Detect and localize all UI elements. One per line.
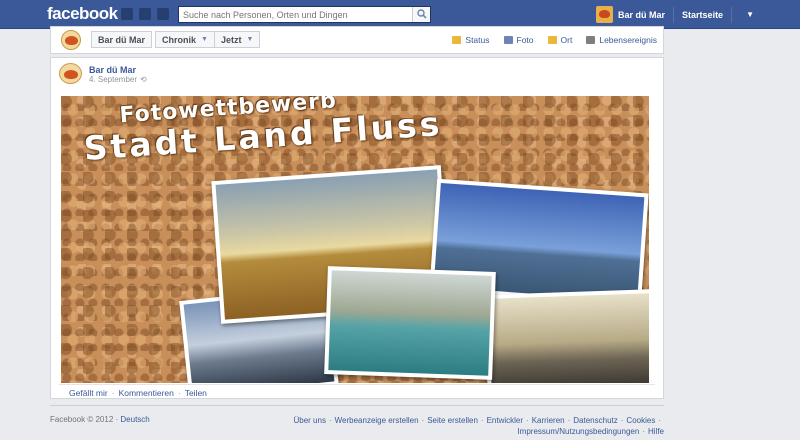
footer-link-about[interactable]: Über uns [293,416,325,425]
search-icon [417,9,427,19]
avatar[interactable] [596,6,614,23]
facebook-logo[interactable]: facebook [47,4,118,24]
post-author-name[interactable]: Bar dü Mar [89,65,136,75]
footer-link-privacy[interactable]: Datenschutz [573,416,617,425]
footer-link-developers[interactable]: Entwickler [487,416,523,425]
timeline-nav-buttons: Bar dü Mar Chronik ▼ Jetzt ▼ [91,31,261,48]
like-link[interactable]: Gefällt mir [69,388,108,398]
place-icon [547,36,557,44]
photo-title: Fotowettbewerb Stadt Land Fluss [81,96,443,168]
chevron-down-icon: ▼ [201,36,208,43]
footer-link-create-page[interactable]: Seite erstellen [427,416,478,425]
composer-actions: Status Foto Ort Lebensereignis [438,27,657,53]
chevron-down-icon: ▼ [246,36,254,43]
comment-link[interactable]: Kommentieren [119,388,174,398]
notifications-icon[interactable] [157,8,169,20]
separator-dot: · [111,388,115,398]
footer-copyright: Facebook © 2012 · Deutsch [50,415,150,424]
search-box [178,6,431,23]
search-input[interactable] [179,7,409,22]
composer-life-event-label: Lebensereignis [599,35,657,45]
composer-photo-label: Foto [516,35,534,45]
harbor-photo [324,266,496,380]
page-name-button[interactable]: Bar dü Mar [91,31,153,48]
home-link[interactable]: Startseite [682,10,723,20]
chronik-label: Chronik [162,34,197,45]
composer-place-label: Ort [560,35,573,45]
footer-link-cookies[interactable]: Cookies [626,416,655,425]
composer-status-label: Status [465,35,490,45]
search-button[interactable] [412,7,430,22]
jetzt-label: Jetzt [220,34,242,45]
post-author-avatar[interactable] [59,63,82,84]
photo-icon [503,36,513,44]
timeline-post: Bar dü Mar 4. September ⟲ Fotowettbewerb … [50,57,664,399]
timeline-header-bar: Bar dü Mar Chronik ▼ Jetzt ▼ Status Foto O… [50,26,664,54]
globe-icon: ⟲ [140,75,147,84]
city-photo [484,289,649,383]
share-link[interactable]: Teilen [185,388,207,398]
chronik-dropdown[interactable]: Chronik ▼ [155,31,215,48]
profile-link[interactable]: Bar dü Mar [618,10,665,20]
messages-icon[interactable] [139,8,151,20]
friend-requests-icon[interactable] [121,8,133,20]
separator-dot: · [177,388,181,398]
post-photo[interactable]: Fotowettbewerb Stadt Land Fluss [61,96,649,383]
footer-link-help[interactable]: Hilfe [648,427,664,436]
top-navigation-bar: facebook Bar dü Mar Startseite ▼ [0,0,800,29]
composer-status[interactable]: Status [452,35,490,45]
footer-links: Über uns · Werbeanzeige erstellen · Seite er… [293,416,664,436]
post-date-text[interactable]: 4. September [89,75,137,84]
composer-photo[interactable]: Foto [503,35,534,45]
footer-link-create-ad[interactable]: Werbeanzeige erstellen [335,416,419,425]
life-event-icon [586,36,596,44]
composer-life-event[interactable]: Lebensereignis [586,35,657,45]
post-actions-bar: Gefällt mir · Kommentieren · Teilen [59,384,655,398]
copyright-text: Facebook © 2012 · [50,415,121,424]
post-timestamp: 4. September ⟲ [89,75,147,84]
composer-place[interactable]: Ort [547,35,573,45]
footer-link-terms[interactable]: Impressum/Nutzungsbedingungen [517,427,639,436]
account-nav: Bar dü Mar Startseite ▼ [596,0,754,29]
nav-divider [673,6,675,23]
page-name-label: Bar dü Mar [98,34,146,45]
status-icon [452,36,462,44]
jetzt-dropdown[interactable]: Jetzt ▼ [213,31,261,48]
account-menu-caret-icon[interactable]: ▼ [746,10,754,19]
page-footer: Facebook © 2012 · Deutsch Über uns · Werbe… [50,405,664,436]
nav-divider [731,6,733,23]
language-link[interactable]: Deutsch [120,415,149,424]
page-avatar[interactable] [61,30,81,50]
footer-link-careers[interactable]: Karrieren [532,416,565,425]
